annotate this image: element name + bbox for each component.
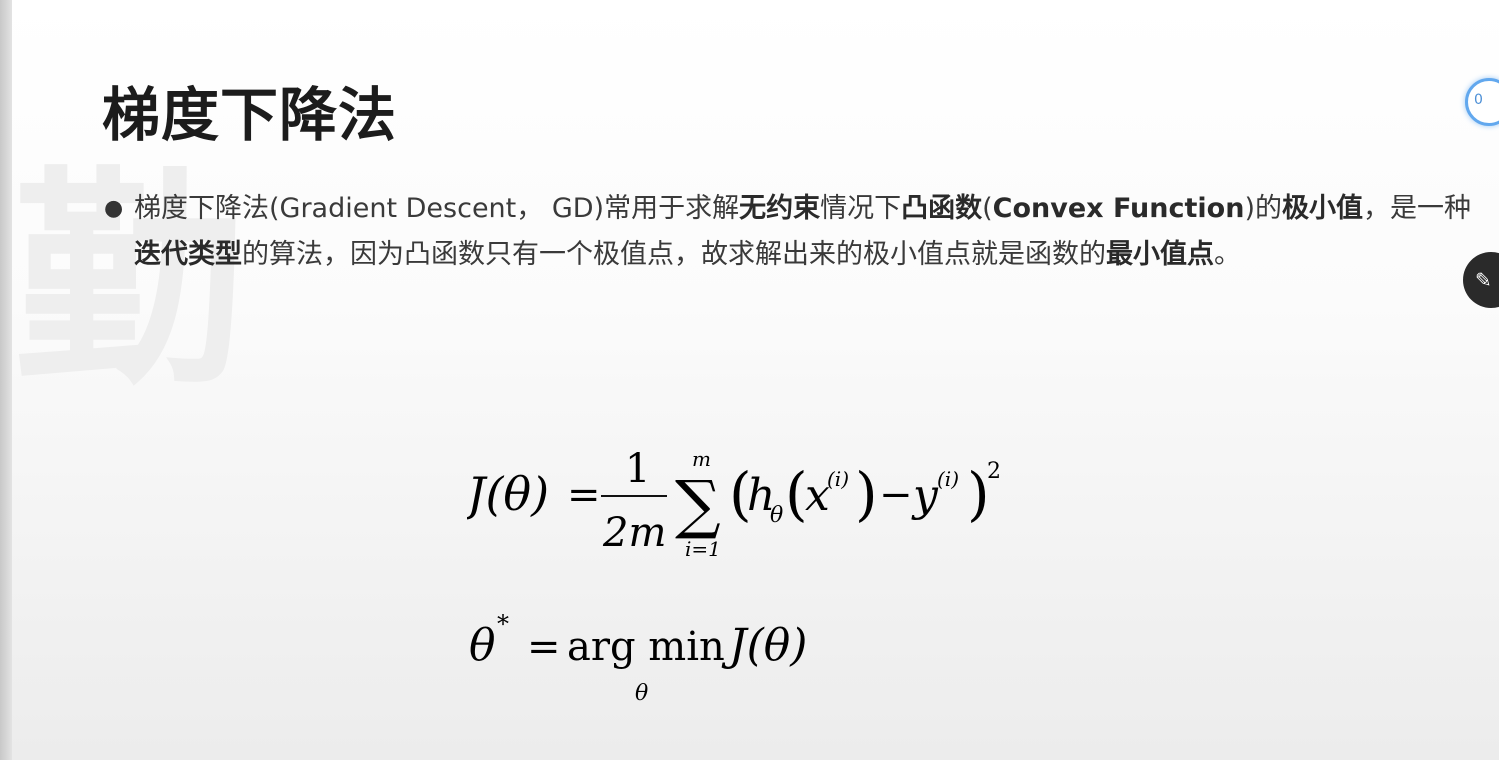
left-edge [0,0,12,760]
formula2-under: θ [635,681,648,706]
bullet-text: 梯度下降法(Gradient Descent， GD)常用于求解无约束情况下凸函… [134,186,1484,278]
bullet-text-1: 梯度下降法(Gradient Descent， GD)常用于求解 [134,193,740,224]
pen-icon: ✎ [1475,268,1492,292]
formula-y-sup: (i) [937,467,959,491]
bullet-text-3: ( [982,193,993,224]
formula-sum-symbol: ∑ [675,468,721,542]
bullet-text-7: 。 [1214,239,1241,270]
bullet-bold-4: 极小值 [1281,193,1363,224]
formula-sum-lower: i=1 [685,537,721,561]
bullet-dot-icon: ● [104,196,124,221]
formula-x-sup: (i) [827,467,849,491]
formula2-star: * [497,610,509,638]
paren-close-inner: ) [855,460,878,528]
slide: 勤 梯度下降法 ● 梯度下降法(Gradient Descent， GD)常用于… [12,0,1499,760]
bullet-text-6: 的算法，因为凸函数只有一个极值点，故求解出来的极小值点就是函数的 [242,239,1106,270]
bullet-text-4: )的 [1244,193,1282,224]
formula-minus: − [879,472,913,518]
bullet-bold-1: 无约束 [739,193,821,224]
formula-lhs: J(θ) [467,467,549,521]
bullet-text-5: ，是一种 [1362,193,1471,224]
formula2-eq: = [527,624,561,670]
formula-y: y [911,470,939,521]
bullet-bold-6: 最小值点 [1106,239,1214,270]
formula2-theta: θ [469,620,496,671]
floating-badge[interactable]: 0 [1465,78,1499,126]
formula-frac-num: 1 [625,446,650,492]
formula2-argmin: arg min [567,624,725,670]
slide-title: 梯度下降法 [102,81,398,149]
bullet-bold-3: Convex Function [992,193,1245,224]
badge-text: 0 [1474,92,1483,108]
cost-function-formula: J(θ) = 1 2m m ∑ i=1 ( h θ ( x (i) ) − y … [467,446,1001,561]
bullet-bold-2: 凸函数 [901,193,983,224]
formula-power: 2 [987,459,1001,484]
formula2-rhs: J(θ) [721,620,807,671]
formula-h-sub: θ [770,503,783,528]
argmin-formula: θ * = arg min θ J(θ) [469,610,807,706]
bullet-bold-5: 迭代类型 [134,239,242,270]
bullet-paragraph: ● 梯度下降法(Gradient Descent， GD)常用于求解无约束情况下… [104,186,1484,278]
bullet-text-2: 情况下 [820,193,902,224]
formula-eq: = [567,472,601,518]
formula-frac-den: 2m [602,510,666,556]
